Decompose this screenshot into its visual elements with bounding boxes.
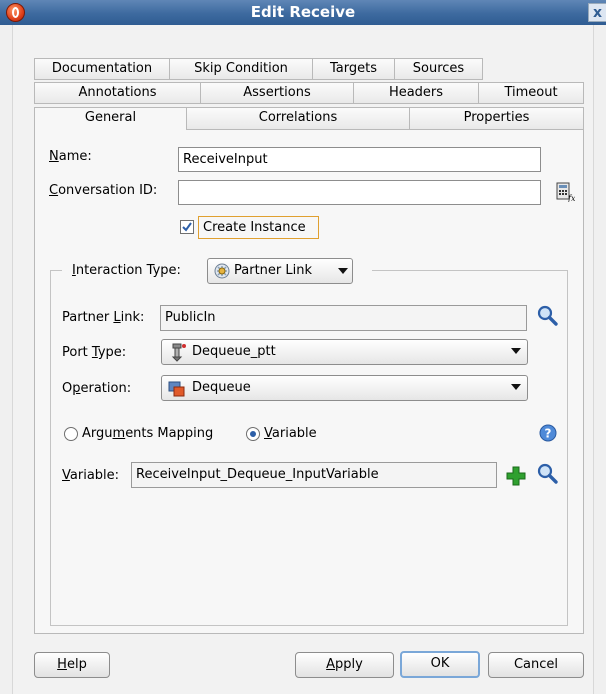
- operation-dropdown[interactable]: Dequeue: [161, 375, 528, 401]
- apply-button[interactable]: Apply: [295, 652, 394, 678]
- expression-builder-icon[interactable]: fx: [555, 182, 576, 203]
- variable-field[interactable]: ReceiveInput_Dequeue_InputVariable: [131, 462, 497, 488]
- name-field[interactable]: ReceiveInput: [178, 147, 541, 172]
- name-label-rest: ame:: [58, 149, 92, 164]
- checkbox-checked-icon: [182, 222, 192, 232]
- port-type-icon: [171, 343, 186, 362]
- tab-sources[interactable]: Sources: [394, 58, 483, 80]
- help-button[interactable]: Help: [34, 652, 110, 678]
- window-title: Edit Receive: [250, 3, 356, 21]
- conversation-id-label: Conversation ID:: [49, 183, 158, 198]
- tab-assertions[interactable]: Assertions: [200, 82, 354, 104]
- dropdown-arrow-icon: [511, 348, 521, 354]
- interaction-type-value: Partner Link: [234, 263, 312, 278]
- tab-general[interactable]: General: [34, 107, 187, 131]
- variable-radio-dot: [250, 431, 256, 437]
- tab-skip-condition[interactable]: Skip Condition: [169, 58, 313, 80]
- operation-label: Operation:: [62, 381, 132, 396]
- tab-headers[interactable]: Headers: [353, 82, 479, 104]
- variable-radio-label[interactable]: Variable: [264, 426, 317, 441]
- tab-correlations[interactable]: Correlations: [186, 107, 410, 130]
- close-icon[interactable]: x: [588, 3, 606, 22]
- interaction-type-dropdown[interactable]: Partner Link: [207, 258, 353, 284]
- svg-text:?: ?: [545, 427, 552, 441]
- create-instance-text: Create Instance: [203, 220, 306, 235]
- variable-search-icon[interactable]: [536, 462, 560, 486]
- port-type-value: Dequeue_ptt: [192, 344, 276, 359]
- dropdown-arrow-icon: [511, 384, 521, 390]
- window-frame-right: [593, 25, 606, 694]
- partner-link-label: Partner Link:: [62, 310, 145, 325]
- operation-value: Dequeue: [192, 380, 251, 395]
- partner-link-field[interactable]: PublicIn: [160, 305, 527, 331]
- create-instance-label[interactable]: Create Instance: [198, 216, 319, 239]
- ok-button[interactable]: OK: [400, 651, 480, 678]
- tab-properties[interactable]: Properties: [409, 107, 584, 130]
- conversation-id-field[interactable]: [178, 180, 541, 205]
- help-icon[interactable]: ?: [539, 424, 557, 442]
- tab-targets[interactable]: Targets: [312, 58, 395, 80]
- tab-annotations[interactable]: Annotations: [34, 82, 201, 104]
- tab-documentation[interactable]: Documentation: [34, 58, 170, 80]
- dropdown-arrow-icon: [338, 268, 348, 274]
- svg-text:fx: fx: [567, 194, 575, 202]
- window-frame-left: [0, 25, 13, 694]
- add-icon[interactable]: [505, 465, 527, 487]
- variable-radio[interactable]: [246, 427, 260, 441]
- port-type-label: Port Type:: [62, 345, 127, 360]
- partner-link-icon: [214, 263, 230, 279]
- cancel-button[interactable]: Cancel: [488, 652, 584, 678]
- variable-label: Variable:: [62, 468, 120, 483]
- arguments-mapping-radio[interactable]: [64, 427, 78, 441]
- interaction-type-label: Interaction Type:: [72, 263, 181, 278]
- search-icon[interactable]: [536, 304, 560, 328]
- create-instance-checkbox[interactable]: [180, 220, 194, 234]
- tab-timeout[interactable]: Timeout: [478, 82, 584, 104]
- operation-icon: [168, 381, 185, 397]
- port-type-dropdown[interactable]: Dequeue_ptt: [161, 339, 528, 365]
- arguments-mapping-label[interactable]: Arguments Mapping: [82, 426, 213, 441]
- name-label: Name:: [49, 149, 92, 164]
